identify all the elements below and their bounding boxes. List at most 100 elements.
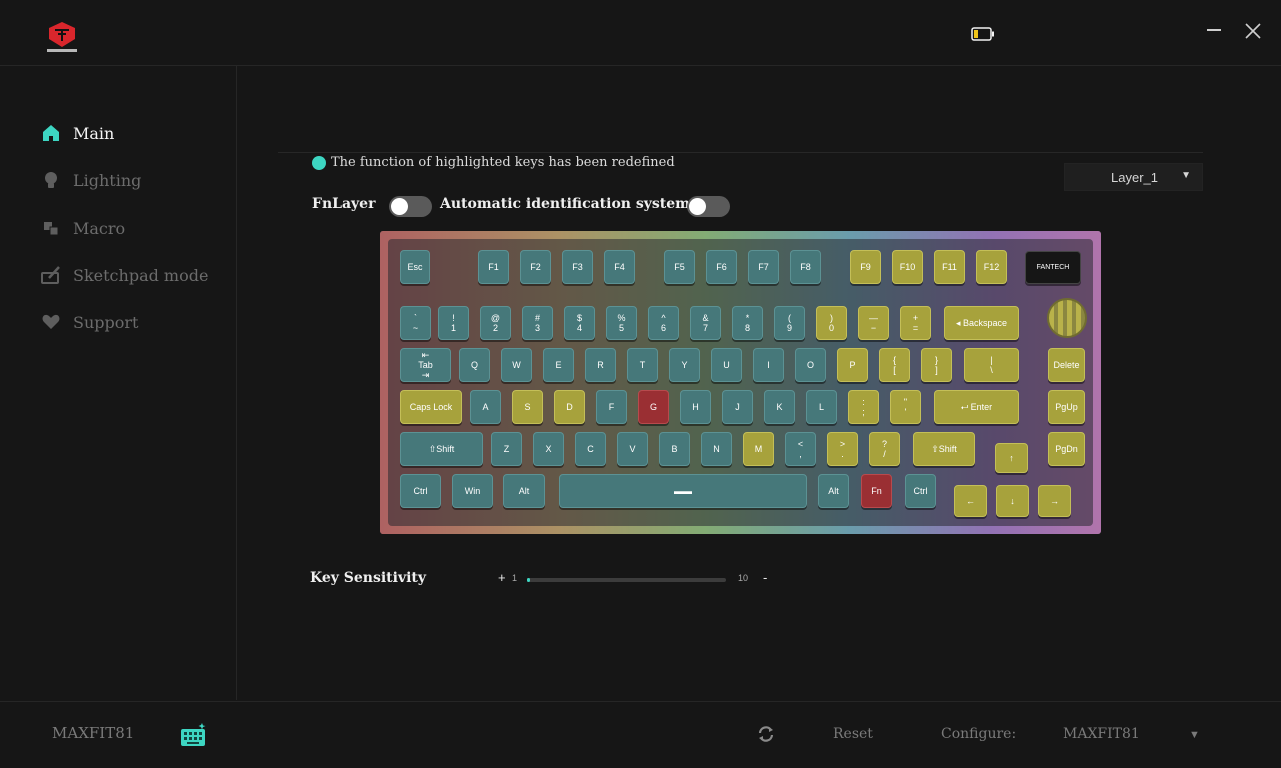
key-k[interactable]: K — [764, 390, 795, 424]
key-delete[interactable]: Delete — [1048, 348, 1085, 382]
key-q[interactable]: Q — [459, 348, 490, 382]
key-l[interactable]: L — [806, 390, 837, 424]
sensitivity-decrease-button[interactable]: - — [763, 570, 767, 585]
reset-button[interactable]: Reset — [833, 726, 873, 742]
layer-select[interactable]: Layer_1 ▼ — [1064, 163, 1203, 191]
key-f12[interactable]: F12 — [976, 250, 1007, 284]
highlight-dot-icon — [312, 155, 326, 170]
key-6[interactable]: ^ 6 — [648, 306, 679, 340]
auto-id-toggle[interactable] — [687, 196, 730, 217]
key-f1[interactable]: F1 — [478, 250, 509, 284]
key-8[interactable]: * 8 — [732, 306, 763, 340]
key-esc[interactable]: Esc — [400, 250, 430, 284]
profile-dropdown-arrow-icon[interactable]: ▼ — [1189, 729, 1200, 741]
sensitivity-increase-button[interactable]: + — [498, 570, 506, 585]
key-d[interactable]: D — [554, 390, 585, 424]
key-f[interactable]: F — [596, 390, 627, 424]
sidebar-item-macro[interactable]: Macro — [40, 214, 230, 242]
key-tab[interactable]: ⇤ Tab ⇥ — [400, 348, 451, 382]
key-space[interactable]: ▬▬ — [559, 474, 807, 508]
key-m[interactable]: M — [743, 432, 774, 466]
key-5[interactable]: % 5 — [606, 306, 637, 340]
key-left-shift[interactable]: ⇧Shift — [400, 432, 483, 466]
key-left-alt[interactable]: Alt — [503, 474, 545, 508]
key-f8[interactable]: F8 — [790, 250, 821, 284]
keyboard-device-icon[interactable] — [180, 722, 208, 748]
key-p[interactable]: P — [837, 348, 868, 382]
key-s[interactable]: S — [512, 390, 543, 424]
key-h[interactable]: H — [680, 390, 711, 424]
refresh-icon[interactable] — [756, 724, 776, 744]
key-1[interactable]: ! 1 — [438, 306, 469, 340]
key-c[interactable]: C — [575, 432, 606, 466]
key-arrow-left[interactable]: ← — [954, 485, 987, 517]
sidebar-item-support[interactable]: Support — [40, 308, 230, 336]
key-f10[interactable]: F10 — [892, 250, 923, 284]
key-o[interactable]: O — [795, 348, 826, 382]
key-enter[interactable]: ⮠ Enter — [934, 390, 1019, 424]
key-4[interactable]: $ 4 — [564, 306, 595, 340]
key-9[interactable]: ( 9 — [774, 306, 805, 340]
key-3[interactable]: # 3 — [522, 306, 553, 340]
key-slash[interactable]: ? / — [869, 432, 900, 466]
key-v[interactable]: V — [617, 432, 648, 466]
key-b[interactable]: B — [659, 432, 690, 466]
key-r[interactable]: R — [585, 348, 616, 382]
sidebar-item-lighting[interactable]: Lighting — [40, 166, 230, 194]
key-period[interactable]: > . — [827, 432, 858, 466]
key-2[interactable]: @ 2 — [480, 306, 511, 340]
key-left-bracket[interactable]: { [ — [879, 348, 910, 382]
key-minus[interactable]: — − — [858, 306, 889, 340]
key-backspace[interactable]: ◂ Backspace — [944, 306, 1019, 340]
key-u[interactable]: U — [711, 348, 742, 382]
key-z[interactable]: Z — [491, 432, 522, 466]
profile-select[interactable]: MAXFIT81 — [1063, 726, 1140, 742]
key-right-bracket[interactable]: } ] — [921, 348, 952, 382]
volume-knob[interactable] — [1047, 298, 1087, 338]
key-e[interactable]: E — [543, 348, 574, 382]
key-win[interactable]: Win — [452, 474, 493, 508]
key-i[interactable]: I — [753, 348, 784, 382]
key-f11[interactable]: F11 — [934, 250, 965, 284]
fn-layer-toggle[interactable] — [389, 196, 432, 217]
key-fn[interactable]: Fn — [861, 474, 892, 508]
key-7[interactable]: & 7 — [690, 306, 721, 340]
key-arrow-down[interactable]: ↓ — [996, 485, 1029, 517]
key-page-up[interactable]: PgUp — [1048, 390, 1085, 424]
key-right-shift[interactable]: ⇧Shift — [913, 432, 975, 466]
key-page-down[interactable]: PgDn — [1048, 432, 1085, 466]
close-icon[interactable] — [1244, 22, 1262, 40]
sidebar-item-main[interactable]: Main — [40, 119, 230, 147]
key-f2[interactable]: F2 — [520, 250, 551, 284]
key-backslash[interactable]: | \ — [964, 348, 1019, 382]
sidebar-item-sketchpad[interactable]: Sketchpad mode — [40, 261, 230, 289]
key-f7[interactable]: F7 — [748, 250, 779, 284]
key-right-alt[interactable]: Alt — [818, 474, 849, 508]
key-t[interactable]: T — [627, 348, 658, 382]
key-grave[interactable]: ` ~ — [400, 306, 431, 340]
key-equal[interactable]: + = — [900, 306, 931, 340]
key-f4[interactable]: F4 — [604, 250, 635, 284]
key-j[interactable]: J — [722, 390, 753, 424]
sensitivity-slider[interactable] — [527, 578, 726, 582]
key-left-ctrl[interactable]: Ctrl — [400, 474, 441, 508]
key-f3[interactable]: F3 — [562, 250, 593, 284]
key-a[interactable]: A — [470, 390, 501, 424]
key-right-ctrl[interactable]: Ctrl — [905, 474, 936, 508]
key-f6[interactable]: F6 — [706, 250, 737, 284]
key-y[interactable]: Y — [669, 348, 700, 382]
key-x[interactable]: X — [533, 432, 564, 466]
key-f9[interactable]: F9 — [850, 250, 881, 284]
key-f5[interactable]: F5 — [664, 250, 695, 284]
key-n[interactable]: N — [701, 432, 732, 466]
key-comma[interactable]: < , — [785, 432, 816, 466]
key-arrow-right[interactable]: → — [1038, 485, 1071, 517]
key-w[interactable]: W — [501, 348, 532, 382]
key-caps-lock[interactable]: Caps Lock — [400, 390, 462, 424]
key-arrow-up[interactable]: ↑ — [995, 443, 1028, 473]
minimize-icon[interactable] — [1206, 22, 1222, 38]
key-g[interactable]: G — [638, 390, 669, 424]
key-semicolon[interactable]: : ; — [848, 390, 879, 424]
key-quote[interactable]: " ' — [890, 390, 921, 424]
key-0[interactable]: ) 0 — [816, 306, 847, 340]
